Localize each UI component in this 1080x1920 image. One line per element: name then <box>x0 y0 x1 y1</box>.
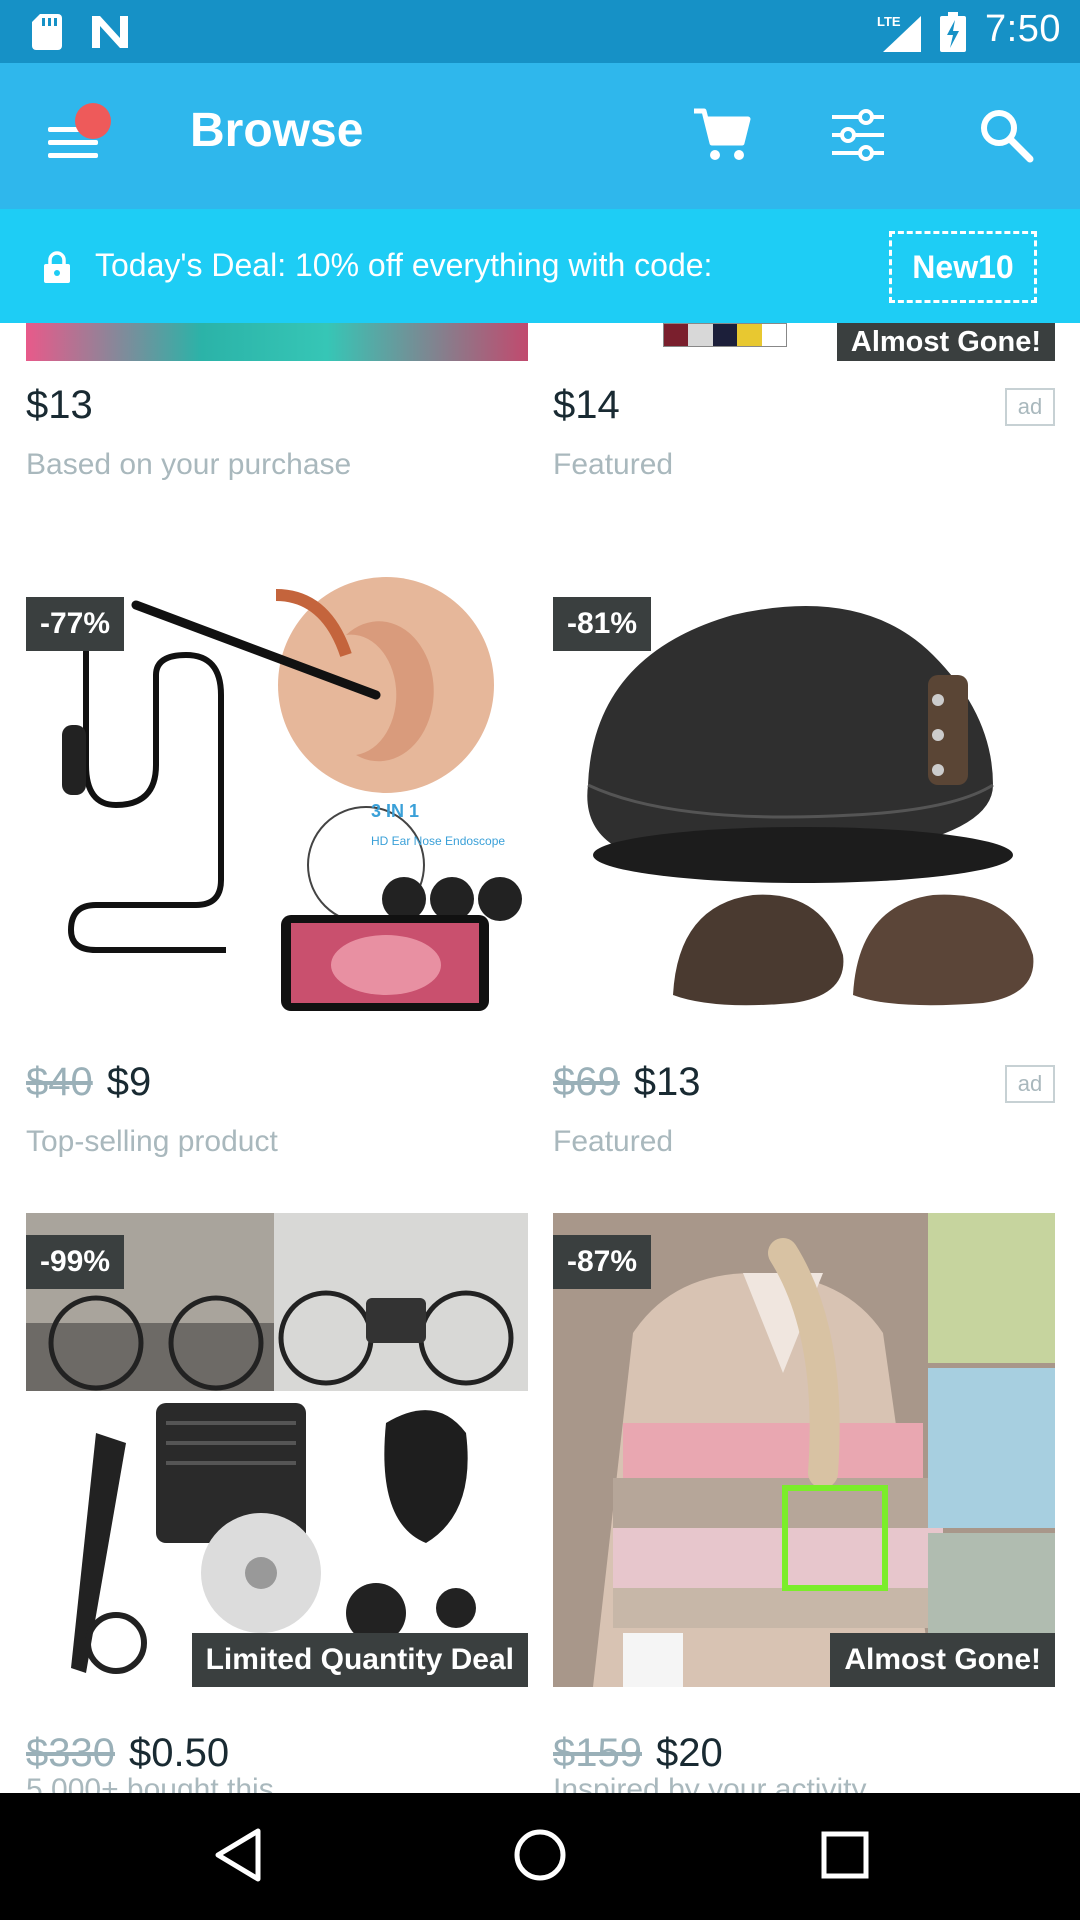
back-icon[interactable] <box>210 1825 266 1885</box>
price-row: $330 $0.50 <box>26 1731 229 1776</box>
search-icon[interactable] <box>974 103 1038 167</box>
price-row: $69 $13 <box>553 1060 701 1105</box>
recents-icon[interactable] <box>818 1825 874 1885</box>
current-price: $0.50 <box>128 1731 230 1775</box>
app-bar: Browse <box>0 63 1080 209</box>
product-image[interactable]: Almost Gone! <box>553 323 1055 361</box>
original-price: $69 <box>553 1060 620 1104</box>
price-row: $40 $9 <box>26 1060 151 1105</box>
original-price: $159 <box>553 1731 642 1775</box>
notification-dot <box>75 103 111 139</box>
page-title: Browse <box>190 104 364 157</box>
product-subtitle: 5,000+ bought this <box>26 1773 274 1793</box>
stock-badge: Almost Gone! <box>830 1633 1055 1687</box>
lte-signal-icon: LTE <box>877 14 921 52</box>
discount-badge: -77% <box>26 597 125 651</box>
ad-badge: ad <box>1005 1065 1055 1103</box>
discount-badge: -87% <box>553 1235 652 1289</box>
filter-icon[interactable] <box>826 103 890 167</box>
product-card[interactable]: -87% Almost Gone! $159 $20 Inspired by yo… <box>553 1213 1055 1793</box>
discount-badge: -81% <box>553 597 652 651</box>
product-feed[interactable]: $13 Based on your purchase Almost Gone! … <box>0 323 1080 1793</box>
menu-button[interactable] <box>40 103 111 171</box>
product-image[interactable]: -99% Limited Quantity Deal <box>26 1213 528 1687</box>
home-icon[interactable] <box>511 1825 569 1885</box>
current-price: $13 <box>26 383 93 427</box>
price-row: $14 <box>553 383 620 428</box>
ad-badge: ad <box>1005 388 1055 426</box>
product-subtitle: Inspired by your activity <box>553 1773 867 1793</box>
product-card[interactable]: Almost Gone! $14 ad Featured <box>553 323 1055 483</box>
lock-icon <box>44 251 70 283</box>
current-price: $14 <box>553 383 620 427</box>
network-label: LTE <box>877 14 901 29</box>
current-price: $9 <box>106 1060 152 1104</box>
stock-badge: Limited Quantity Deal <box>191 1633 528 1687</box>
product-subtitle: Featured <box>553 1125 674 1158</box>
product-image[interactable]: -81% <box>553 575 1055 1017</box>
product-image[interactable]: 3 IN 1 HD Ear Nose Endoscope -77% <box>26 575 528 1017</box>
n-notification-icon <box>92 16 128 48</box>
price-row: $159 $20 <box>553 1731 723 1776</box>
battery-charging-icon <box>940 12 966 52</box>
menu-icon-line <box>48 153 98 158</box>
svg-text:HD Ear Nose Endoscope: HD Ear Nose Endoscope <box>371 834 505 848</box>
deal-text: Today's Deal: 10% off everything with co… <box>95 247 713 283</box>
discount-badge: -99% <box>26 1235 125 1289</box>
product-image[interactable]: -87% Almost Gone! <box>553 1213 1055 1687</box>
current-price: $20 <box>655 1731 723 1775</box>
status-time: 7:50 <box>985 8 1061 50</box>
svg-text:3 IN 1: 3 IN 1 <box>371 801 419 821</box>
sd-card-icon <box>32 14 62 50</box>
color-swatches <box>663 323 787 347</box>
original-price: $330 <box>26 1731 115 1775</box>
product-card[interactable]: -81% $69 $13 ad Featured <box>553 575 1055 1158</box>
product-subtitle: Based on your purchase <box>26 448 352 481</box>
product-subtitle: Top-selling product <box>26 1125 278 1158</box>
coupon-code[interactable]: New10 <box>889 231 1037 303</box>
cart-icon[interactable] <box>690 103 754 167</box>
menu-icon-line <box>48 140 98 145</box>
product-card[interactable]: $13 Based on your purchase <box>26 323 528 483</box>
original-price: $40 <box>26 1060 93 1104</box>
deal-banner[interactable]: Today's Deal: 10% off everything with co… <box>0 209 1080 323</box>
product-card[interactable]: 3 IN 1 HD Ear Nose Endoscope -77% $40 $9 … <box>26 575 528 1158</box>
product-card[interactable]: -99% Limited Quantity Deal $330 $0.50 5,0… <box>26 1213 528 1793</box>
product-image[interactable] <box>26 323 528 361</box>
price-row: $13 <box>26 383 93 428</box>
product-subtitle: Featured <box>553 448 674 481</box>
navigation-bar <box>0 1793 1080 1920</box>
current-price: $13 <box>633 1060 701 1104</box>
stock-badge: Almost Gone! <box>836 323 1055 361</box>
status-bar: LTE 7:50 <box>0 0 1080 63</box>
